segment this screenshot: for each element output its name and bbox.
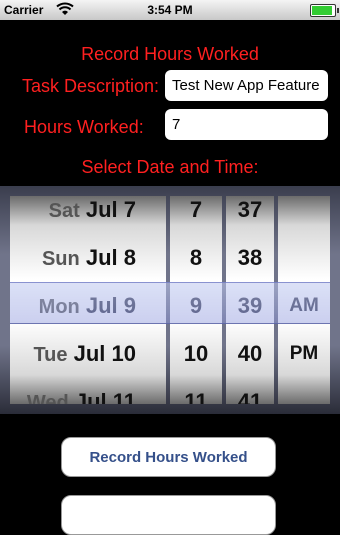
date-option-date: Jul 11 [68,389,136,404]
ampm-option[interactable] [278,234,330,282]
battery-icon [310,4,339,17]
minute-option[interactable]: 38 [226,234,274,282]
date-option-date: Jul 7 [79,197,136,222]
date-option-weekday: Wed [26,392,69,404]
date-option-weekday: Tue [33,344,68,366]
form-title: Record Hours Worked [81,44,259,64]
date-option-weekday: Sat [48,200,80,222]
status-bar: Carrier 3:54 PM [0,0,340,20]
battery-fill [312,6,332,15]
task-description-field[interactable]: Test New App Feature [165,70,328,101]
date-option[interactable]: Sun Jul 8 [10,234,166,282]
hours-worked-field[interactable]: 7 [165,109,328,140]
date-option[interactable]: Tue Jul 10 [10,330,166,378]
picker-selection-band [10,282,330,324]
hour-option[interactable]: 10 [170,330,222,378]
status-time: 3:54 PM [147,3,193,17]
task-description-label: Task Description: [22,76,160,96]
secondary-button[interactable] [61,495,276,535]
record-hours-button[interactable]: Record Hours Worked [61,437,276,477]
ampm-option[interactable] [278,196,330,234]
hour-option[interactable]: 11 [170,378,222,404]
minute-option[interactable]: 40 [226,330,274,378]
ampm-option[interactable] [278,378,330,404]
date-option-date: Jul 8 [79,245,136,270]
select-date-time-label: Select Date and Time: [81,157,259,177]
date-time-picker[interactable]: Sat Jul 7Sun Jul 8Mon Jul 9Tue Jul 10Wed… [0,186,340,414]
hours-worked-label: Hours Worked: [24,117,144,137]
ampm-option[interactable]: PM [278,330,330,378]
date-option[interactable]: Sat Jul 7 [10,196,166,234]
minute-option[interactable]: 37 [226,196,274,234]
hour-option[interactable]: 7 [170,196,222,234]
date-option-date: Jul 10 [67,341,136,366]
hour-option[interactable]: 8 [170,234,222,282]
minute-option[interactable]: 41 [226,378,274,404]
date-option-weekday: Sun [41,248,80,270]
date-option[interactable]: Wed Jul 11 [10,378,166,404]
